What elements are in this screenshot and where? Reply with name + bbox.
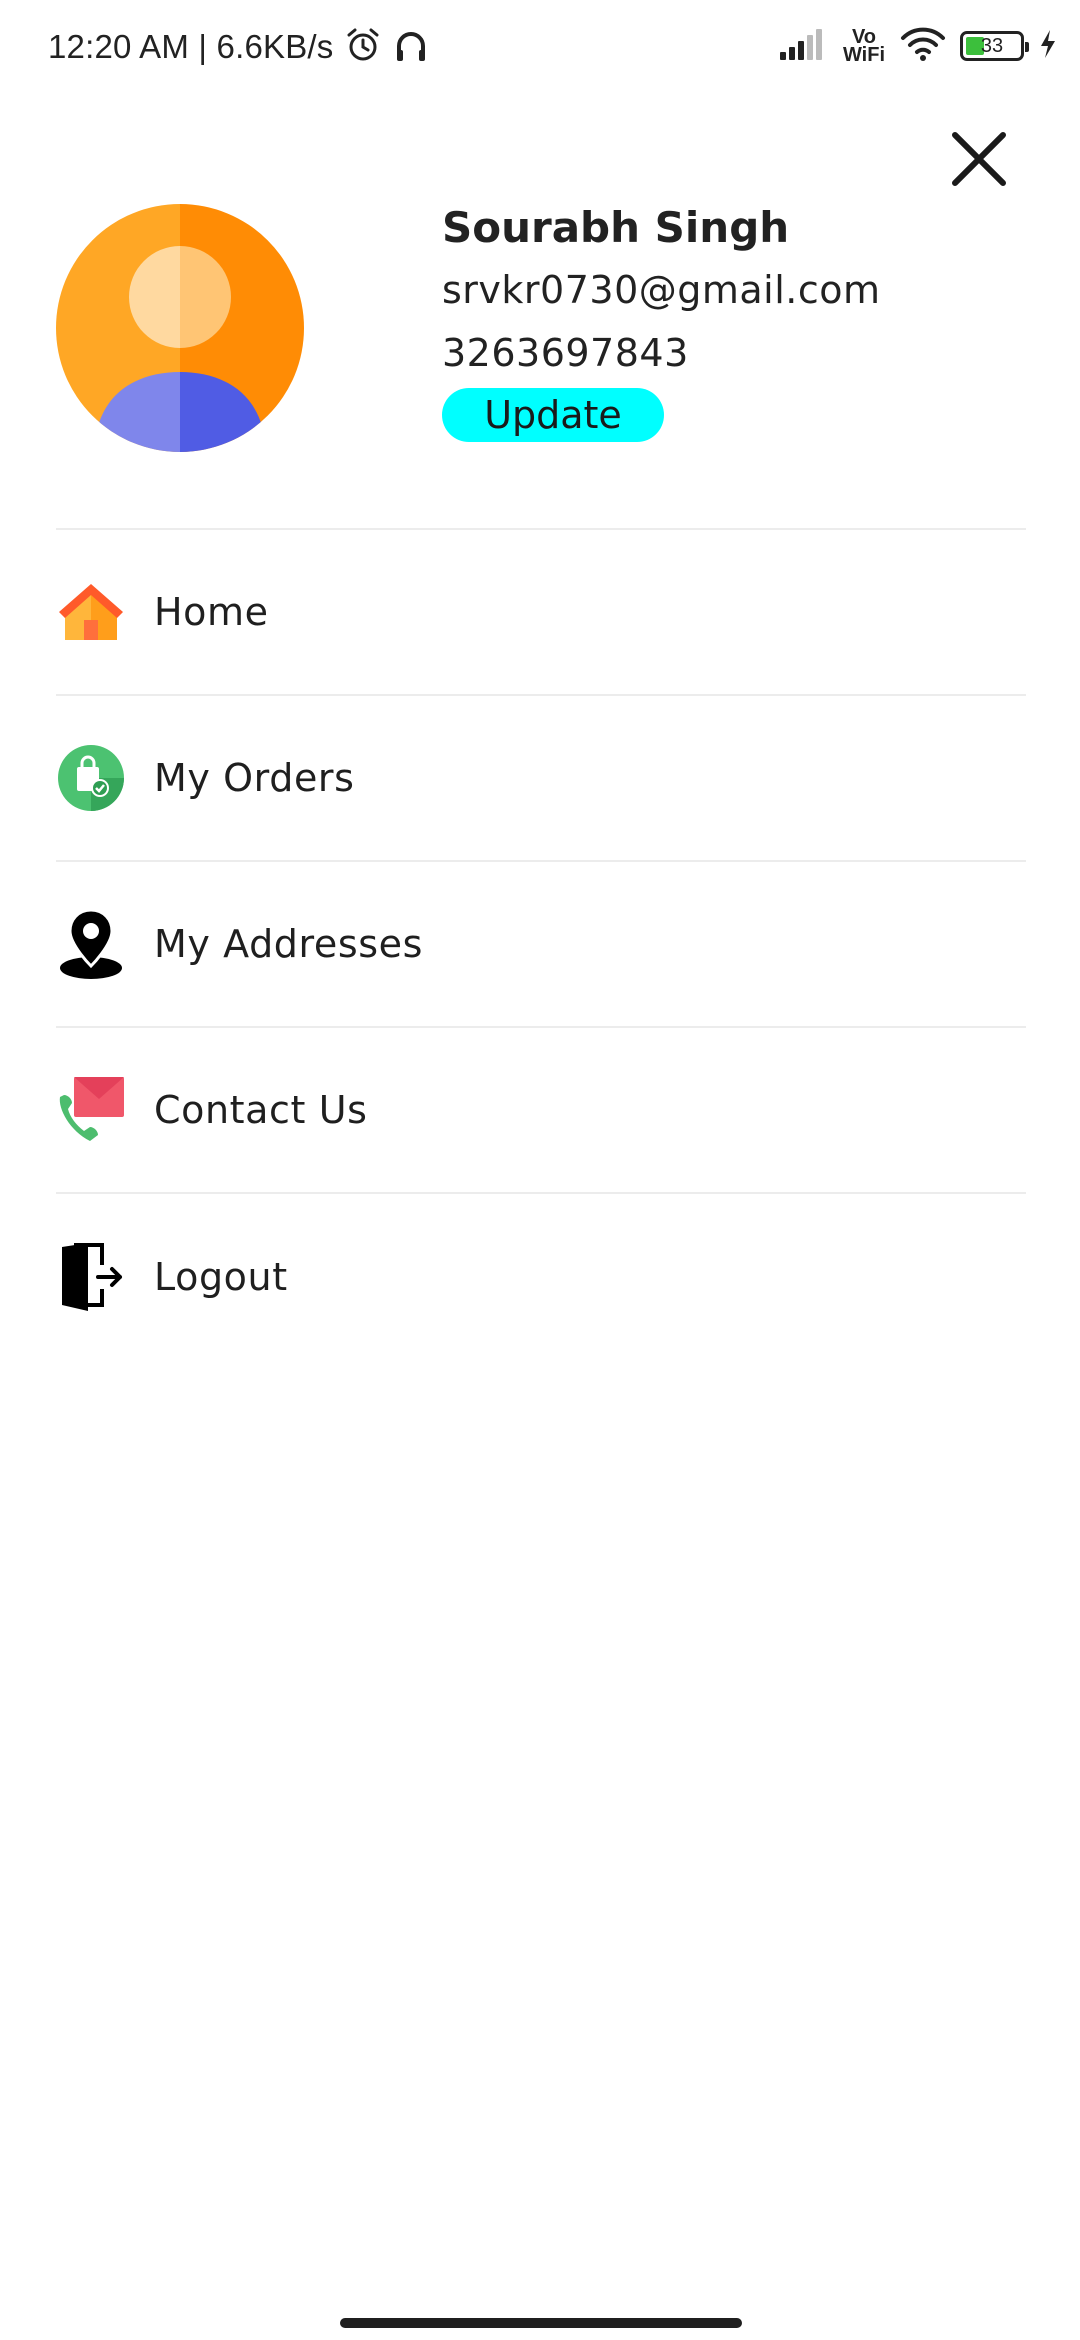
- user-email: srvkr0730@gmail.com: [442, 268, 881, 312]
- update-button[interactable]: Update: [442, 388, 664, 442]
- menu-item-my-orders[interactable]: My Orders: [56, 696, 1026, 862]
- status-right: Vo WiFi 33: [778, 26, 1058, 66]
- menu-label-home: Home: [154, 590, 269, 634]
- drawer-menu: Home My Orders My Addresses Contact Us L…: [56, 528, 1026, 1360]
- close-button[interactable]: [944, 124, 1014, 194]
- alarm-icon: [344, 26, 382, 68]
- menu-item-logout[interactable]: Logout: [56, 1194, 1026, 1360]
- menu-item-home[interactable]: Home: [56, 530, 1026, 696]
- logout-door-icon: [56, 1242, 126, 1312]
- home-icon: [56, 577, 126, 647]
- menu-item-my-addresses[interactable]: My Addresses: [56, 862, 1026, 1028]
- profile-info: Sourabh Singh srvkr0730@gmail.com 326369…: [442, 198, 881, 442]
- signal-icon: [778, 26, 828, 66]
- menu-label-my-orders: My Orders: [154, 756, 355, 800]
- charging-icon: [1038, 28, 1058, 64]
- avatar: [56, 204, 304, 452]
- menu-label-logout: Logout: [154, 1255, 288, 1299]
- headphones-icon: [392, 26, 430, 68]
- shopping-bag-icon: [56, 743, 126, 813]
- vowifi-badge: Vo WiFi: [842, 27, 886, 66]
- menu-label-my-addresses: My Addresses: [154, 922, 424, 966]
- menu-item-contact-us[interactable]: Contact Us: [56, 1028, 1026, 1194]
- status-left: 12:20 AM | 6.6KB/s: [48, 26, 430, 68]
- battery-level: 33: [980, 35, 1004, 57]
- wifi-icon: [900, 26, 946, 66]
- contact-mail-phone-icon: [56, 1075, 126, 1145]
- status-bar: 12:20 AM | 6.6KB/s Vo WiFi 33: [0, 0, 1080, 100]
- status-time-speed: 12:20 AM | 6.6KB/s: [48, 28, 334, 65]
- location-pin-icon: [56, 908, 126, 979]
- user-name: Sourabh Singh: [442, 203, 790, 252]
- vowifi-bottom: WiFi: [842, 44, 886, 66]
- user-phone: 3263697843: [442, 331, 689, 375]
- battery-icon: 33: [960, 31, 1029, 61]
- gesture-nav-handle[interactable]: [340, 2318, 742, 2328]
- close-icon: [952, 132, 1006, 186]
- menu-label-contact-us: Contact Us: [154, 1088, 368, 1132]
